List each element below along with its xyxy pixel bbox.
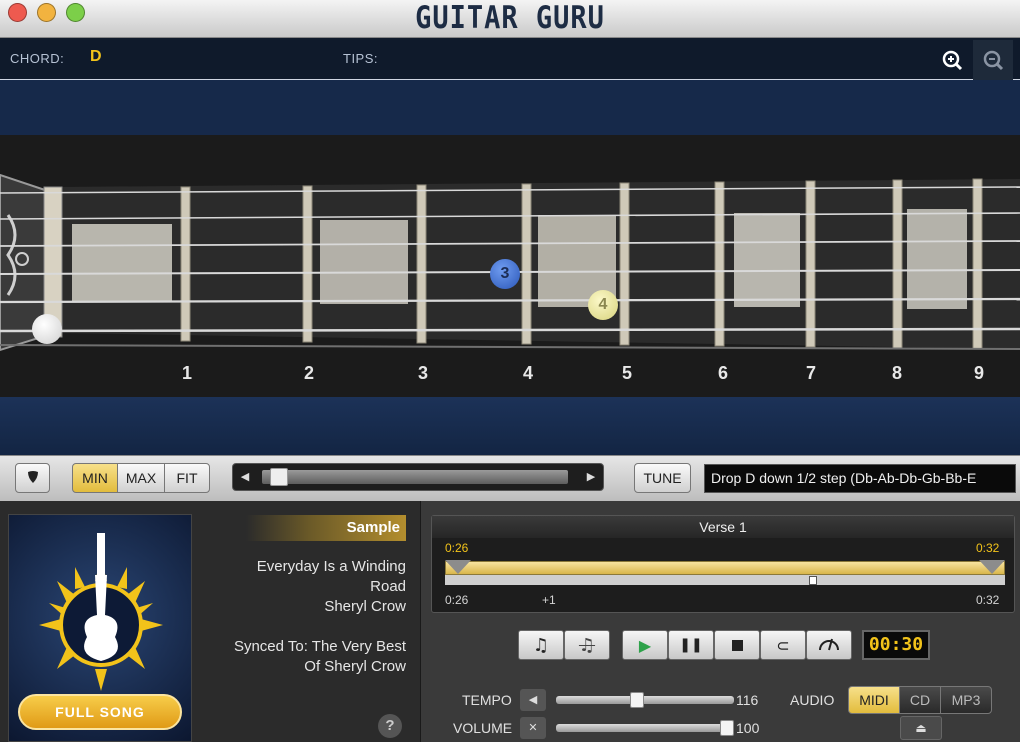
audio-label: AUDIO [790, 692, 835, 708]
audio-midi-button[interactable]: MIDI [848, 686, 900, 714]
scroll-left-icon[interactable]: ◀ [238, 470, 252, 484]
range-end-handle[interactable] [979, 560, 1005, 574]
zoom-min-button[interactable]: MIN [72, 463, 118, 493]
section-track [445, 575, 1005, 585]
playhead-marker[interactable] [809, 576, 817, 585]
sample-header: Sample [246, 515, 406, 541]
pick-icon [26, 470, 40, 487]
chord-bar [0, 38, 1020, 80]
audio-cd-button[interactable]: CD [899, 686, 941, 714]
full-song-button[interactable]: FULL SONG [18, 694, 182, 730]
help-button[interactable]: ? [378, 714, 402, 738]
open-string-marker [32, 314, 62, 344]
scroll-thumb[interactable] [270, 468, 288, 486]
artist-name: Sheryl Crow [324, 598, 406, 615]
section-range-bar[interactable] [445, 561, 1005, 575]
loop-icon: ⊂ [776, 635, 790, 655]
axis-start-label: 0:26 [445, 593, 469, 607]
fret-number: 1 [181, 363, 192, 383]
volume-label: VOLUME [453, 720, 513, 736]
tuning-display[interactable]: Drop D down 1/2 step (Db-Ab-Db-Gb-Bb-E [704, 464, 1016, 493]
scroll-right-icon[interactable]: ▶ [584, 470, 598, 484]
synced-line1: Synced To: The Very Best [233, 638, 406, 655]
pause-icon: ❚❚ [679, 637, 703, 653]
fret-number: 3 [417, 363, 428, 383]
tempo-value: 116 [736, 692, 759, 708]
guitar-guru-window: GUITAR GURU CHORD: D TIPS: 3 4 1 2 3 4 5… [0, 0, 1020, 742]
scroll-track[interactable] [262, 470, 568, 484]
app-title: GUITAR GURU [415, 0, 605, 37]
stop-button[interactable] [714, 630, 760, 660]
music-note-off-icon: ♫ [578, 634, 596, 656]
synced-line2: Of Sheryl Crow [304, 658, 406, 675]
loop-button[interactable]: ⊂ [760, 630, 806, 660]
audio-mp3-button[interactable]: MP3 [940, 686, 992, 714]
play-icon: ▶ [638, 635, 652, 655]
tempo-slider-thumb[interactable] [629, 692, 644, 708]
zoom-max-button[interactable]: MAX [117, 463, 165, 493]
eject-icon[interactable]: ⏏ [900, 716, 942, 740]
chord-label: CHORD: [10, 51, 65, 66]
volume-slider-thumb[interactable] [720, 720, 734, 736]
note-off-button[interactable]: ♫ [564, 630, 610, 660]
song-title-line2: Road [370, 578, 406, 595]
metronome-button[interactable] [806, 630, 852, 660]
play-button[interactable]: ▶ [622, 630, 668, 660]
fret-number: 9 [973, 363, 984, 383]
finger-marker-3: 3 [490, 259, 520, 289]
section-end-time: 0:32 [976, 541, 1000, 555]
section-start-time: 0:26 [445, 541, 469, 555]
pick-button[interactable] [15, 463, 50, 493]
chord-value: D [90, 48, 102, 65]
volume-value: 100 [736, 720, 760, 736]
tempo-slider[interactable] [556, 696, 734, 704]
section-name: Verse 1 [432, 516, 1014, 538]
fret-number: 2 [303, 363, 314, 383]
volume-slider[interactable] [556, 724, 734, 732]
pause-button[interactable]: ❚❚ [668, 630, 714, 660]
guitar-sun-logo-icon [39, 533, 163, 691]
zoom-out-icon[interactable] [973, 40, 1013, 80]
axis-end-label: 0:32 [976, 593, 1000, 607]
range-start-handle[interactable] [445, 560, 471, 574]
axis-mid-label: +1 [542, 593, 556, 607]
fret-number: 7 [805, 363, 816, 383]
mute-icon[interactable]: ✕ [520, 717, 546, 739]
zoom-in-icon[interactable] [932, 40, 972, 80]
stop-icon [731, 639, 743, 651]
song-title-line1: Everyday Is a Winding [256, 558, 406, 575]
tempo-label: TEMPO [462, 692, 512, 708]
note-button[interactable]: ♫ [518, 630, 564, 660]
tempo-decrease-icon[interactable]: ◀ [520, 689, 546, 711]
zoom-fit-button[interactable]: FIT [164, 463, 210, 493]
tips-label: TIPS: [343, 51, 379, 66]
time-display: 00:30 [862, 630, 930, 660]
fret-number: 5 [621, 363, 632, 383]
metronome-icon [818, 635, 840, 655]
finger-marker-4: 4 [588, 290, 618, 320]
fretboard-bottom-band [0, 397, 1020, 455]
fretboard-top-band [0, 80, 1020, 135]
music-note-icon: ♫ [532, 634, 550, 656]
fret-number: 8 [891, 363, 902, 383]
tune-button[interactable]: TUNE [634, 463, 691, 493]
fret-number: 6 [717, 363, 728, 383]
fret-number: 4 [522, 363, 533, 383]
